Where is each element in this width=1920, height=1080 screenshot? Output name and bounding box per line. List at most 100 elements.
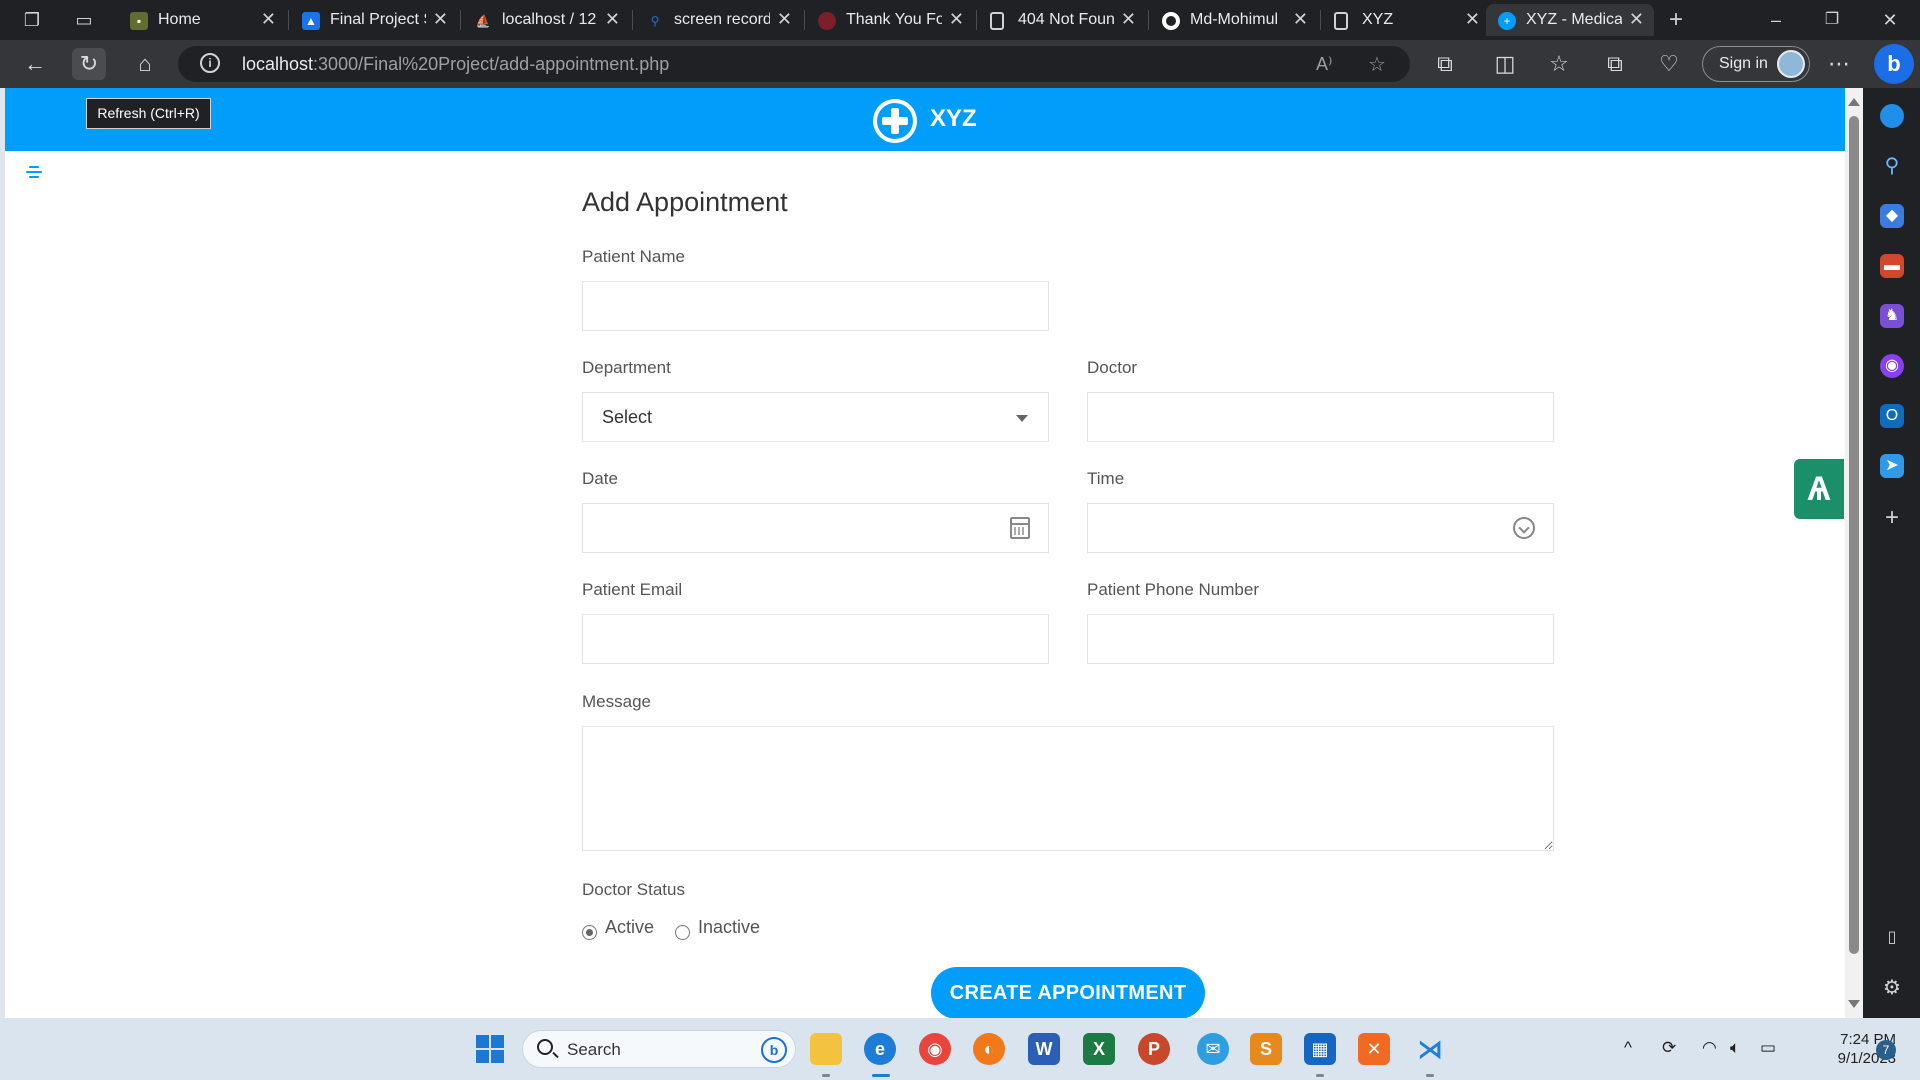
vscode-icon[interactable]: ⋊ bbox=[1414, 1033, 1446, 1065]
patient-email-input[interactable] bbox=[582, 614, 1049, 664]
sidebar-toggle-icon[interactable] bbox=[26, 166, 42, 180]
chevron-up-icon[interactable]: ^ bbox=[1624, 1038, 1632, 1058]
search-icon[interactable]: ⚲ bbox=[1880, 154, 1904, 178]
scroll-down-icon[interactable] bbox=[1848, 1000, 1860, 1008]
department-select[interactable]: Select bbox=[582, 392, 1049, 442]
patient-name-input[interactable] bbox=[582, 281, 1049, 331]
excel-icon[interactable]: X bbox=[1083, 1033, 1115, 1065]
file-explorer-icon[interactable] bbox=[810, 1033, 842, 1065]
outlook-icon[interactable]: O bbox=[1880, 404, 1904, 428]
shopping-tag-icon[interactable]: ◆ bbox=[1880, 204, 1904, 228]
new-tab-icon[interactable]: + bbox=[1664, 8, 1688, 32]
refresh-icon[interactable]: ↻ bbox=[72, 48, 106, 80]
create-appointment-button[interactable]: CREATE APPOINTMENT bbox=[931, 967, 1205, 1018]
patient-phone-input[interactable] bbox=[1087, 614, 1554, 664]
status-inactive-label[interactable]: Inactive bbox=[698, 917, 760, 938]
more-menu-icon[interactable]: ⋯ bbox=[1822, 48, 1856, 80]
page-viewport: XYZ Add Appointment Patient Name Departm… bbox=[5, 88, 1845, 1018]
add-icon[interactable]: + bbox=[1880, 506, 1904, 530]
browser-toolbar: ← ↻ ⌂ i localhost:3000/Final%20Project/a… bbox=[0, 40, 1920, 88]
volume-icon[interactable]: 🔈︎ bbox=[1730, 1038, 1740, 1058]
time-input[interactable] bbox=[1087, 503, 1554, 553]
tab-xyz[interactable]: XYZ ✕ bbox=[1322, 4, 1490, 36]
word-icon[interactable]: W bbox=[1028, 1033, 1060, 1065]
games-icon[interactable]: ♞ bbox=[1880, 304, 1904, 328]
minimize-icon[interactable]: – bbox=[1764, 8, 1788, 32]
restore-icon[interactable]: ❐ bbox=[1820, 8, 1844, 32]
firefox-icon[interactable]: ◐ bbox=[973, 1033, 1005, 1065]
performance-icon[interactable]: ♡ bbox=[1652, 48, 1686, 80]
wifi-icon[interactable]: ◠ bbox=[1702, 1038, 1717, 1058]
close-icon[interactable]: ✕ bbox=[1465, 9, 1480, 30]
tools-icon[interactable]: ▬ bbox=[1880, 254, 1904, 278]
status-active-radio[interactable] bbox=[582, 925, 597, 940]
site-info-icon[interactable]: i bbox=[200, 53, 220, 73]
brand-name[interactable]: XYZ bbox=[930, 105, 977, 133]
copilot-icon[interactable]: b bbox=[1874, 44, 1914, 84]
date-input[interactable] bbox=[582, 503, 1049, 553]
close-icon[interactable]: ✕ bbox=[433, 9, 448, 30]
search-icon: ⚲ bbox=[650, 14, 660, 28]
bell-icon[interactable] bbox=[1880, 104, 1904, 128]
taskbar-search[interactable]: Search b bbox=[522, 1030, 796, 1068]
close-icon[interactable]: ✕ bbox=[777, 9, 792, 30]
tab-final-project[interactable]: ▲ Final Project S ✕ bbox=[290, 4, 458, 36]
site-icon bbox=[818, 12, 836, 30]
url-text[interactable]: localhost:3000/Final%20Project/add-appoi… bbox=[242, 54, 669, 75]
doctor-input[interactable] bbox=[1087, 392, 1554, 442]
drop-icon[interactable]: ➤ bbox=[1880, 454, 1904, 478]
read-aloud-icon[interactable]: A⁾ bbox=[1316, 54, 1332, 75]
tab-screen-record[interactable]: ⚲ screen record ✕ bbox=[634, 4, 802, 36]
settings-gear-icon[interactable]: ⚙ bbox=[1880, 976, 1904, 1000]
windows-start-icon[interactable] bbox=[474, 1033, 506, 1065]
status-active-label[interactable]: Active bbox=[605, 917, 654, 938]
tab-github[interactable]: Md-Mohimul ✕ bbox=[1150, 4, 1318, 36]
close-icon[interactable]: ✕ bbox=[1629, 9, 1644, 30]
favorite-star-icon[interactable]: ☆ bbox=[1368, 52, 1386, 77]
close-icon[interactable]: ✕ bbox=[949, 9, 964, 30]
sync-icon[interactable]: ⟳ bbox=[1662, 1038, 1676, 1058]
page-title: Add Appointment bbox=[582, 187, 788, 217]
tab-thank-you[interactable]: Thank You Fo ✕ bbox=[806, 4, 974, 36]
window-close-icon[interactable]: ✕ bbox=[1878, 8, 1902, 32]
tab-home[interactable]: ▪ Home ✕ bbox=[118, 4, 286, 36]
close-icon[interactable]: ✕ bbox=[261, 9, 276, 30]
xampp-icon[interactable]: ✕ bbox=[1358, 1033, 1390, 1065]
microsoft-365-icon[interactable]: ◉ bbox=[1880, 354, 1904, 378]
medical-logo-icon[interactable] bbox=[873, 99, 917, 143]
message-textarea[interactable] bbox=[582, 726, 1554, 851]
chrome-icon[interactable]: ◉ bbox=[919, 1033, 951, 1065]
sign-in-button[interactable]: Sign in bbox=[1702, 46, 1810, 82]
collections-icon[interactable]: ⧉ bbox=[1598, 48, 1632, 80]
tab-404[interactable]: 404 Not Foun ✕ bbox=[978, 4, 1146, 36]
address-bar[interactable]: i localhost:3000/Final%20Project/add-app… bbox=[178, 46, 1410, 82]
microsoft-store-icon[interactable]: ▦ bbox=[1304, 1033, 1336, 1065]
hide-sidebar-icon[interactable]: ▯ bbox=[1880, 926, 1904, 950]
powerpoint-icon[interactable]: P bbox=[1138, 1033, 1170, 1065]
edge-icon[interactable]: e bbox=[864, 1033, 896, 1065]
close-icon[interactable]: ✕ bbox=[1293, 9, 1308, 30]
back-icon[interactable]: ← bbox=[18, 48, 52, 80]
messenger-icon[interactable]: ✉ bbox=[1197, 1033, 1229, 1065]
battery-icon[interactable]: ▭ bbox=[1760, 1038, 1776, 1058]
clock-icon[interactable] bbox=[1513, 517, 1535, 539]
tab-phpmyadmin[interactable]: ⛵ localhost / 12 ✕ bbox=[462, 4, 630, 36]
scroll-up-icon[interactable] bbox=[1848, 98, 1860, 106]
scrollbar-thumb[interactable] bbox=[1849, 116, 1859, 954]
extensions-icon[interactable]: ⧉ bbox=[1428, 48, 1462, 80]
close-icon[interactable]: ✕ bbox=[1121, 9, 1136, 30]
home-icon[interactable]: ⌂ bbox=[128, 48, 162, 80]
notification-badge[interactable]: 7 bbox=[1876, 1040, 1896, 1060]
accessibility-tool-icon[interactable]: Ѧ bbox=[1794, 459, 1844, 519]
bing-icon[interactable]: b bbox=[761, 1037, 787, 1063]
split-screen-icon[interactable]: ◫ bbox=[1488, 48, 1522, 80]
close-icon[interactable]: ✕ bbox=[605, 9, 620, 30]
status-inactive-radio[interactable] bbox=[675, 925, 690, 940]
tab-xyz-medical-active[interactable]: + XYZ - Medica ✕ bbox=[1486, 4, 1654, 36]
tab-actions-icon[interactable]: ▭ bbox=[72, 8, 96, 32]
page-scrollbar[interactable] bbox=[1845, 88, 1863, 1018]
calendar-icon[interactable] bbox=[1010, 517, 1030, 539]
favorites-icon[interactable]: ☆ bbox=[1542, 48, 1576, 80]
sublime-text-icon[interactable]: S bbox=[1250, 1033, 1282, 1065]
workspaces-icon[interactable]: ❐ bbox=[20, 8, 44, 32]
